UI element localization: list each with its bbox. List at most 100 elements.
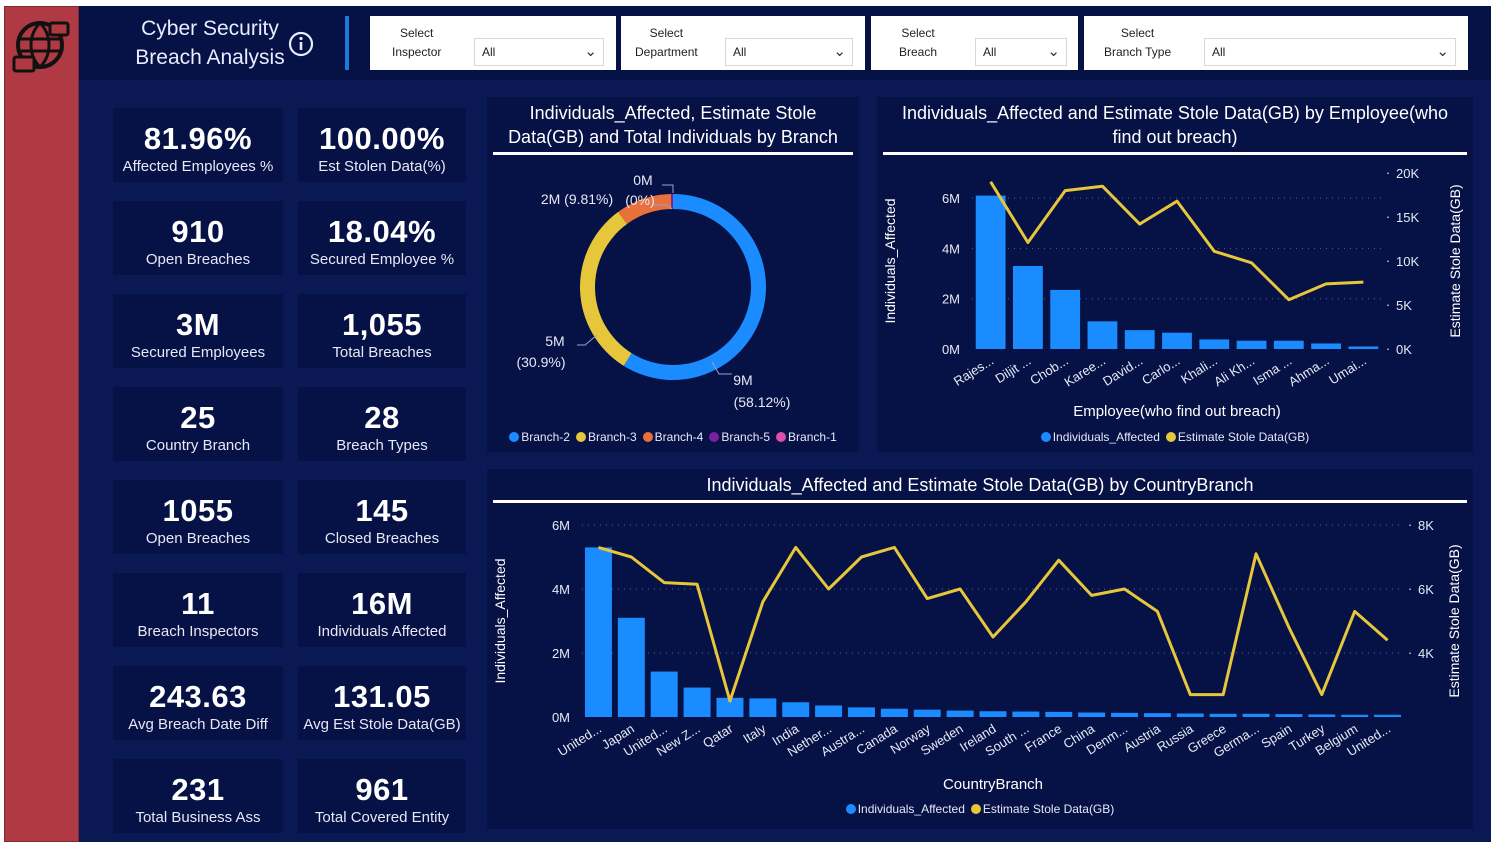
bar[interactable] — [1236, 340, 1267, 349]
y2-tick-mark: · — [1408, 517, 1412, 532]
title-line-2: Breach Analysis — [135, 46, 285, 69]
series-line[interactable] — [598, 545, 1389, 703]
legend-item[interactable]: Branch-5 — [709, 430, 770, 444]
country-combo-chart[interactable]: 0M2M4M6M4K·6K·8K·United...JapanUnited...… — [487, 505, 1473, 795]
bar[interactable] — [1162, 332, 1192, 349]
bar[interactable] — [815, 705, 843, 717]
x-tick-label: Italy — [740, 721, 769, 747]
kpi-label: Avg Breach Date Diff — [128, 716, 268, 733]
page-title: Cyber Security Breach Analysis — [125, 14, 295, 72]
kpi-card: 145 Closed Breaches — [298, 480, 466, 554]
y-tick-label: 4M — [552, 582, 570, 597]
bar[interactable] — [1045, 711, 1073, 717]
info-icon[interactable] — [287, 30, 315, 58]
chart-title: Individuals_Affected, Estimate Stole Dat… — [508, 103, 838, 147]
bar[interactable] — [1143, 713, 1171, 717]
legend-label: Branch-4 — [654, 430, 704, 444]
kpi-card: 25 Country Branch — [113, 387, 283, 461]
bar[interactable] — [1209, 713, 1237, 717]
bar[interactable] — [1273, 340, 1304, 349]
dashboard-canvas: Cyber Security Breach Analysis Select Ins… — [79, 6, 1491, 842]
globe-network-icon[interactable] — [12, 17, 72, 77]
employee-combo-chart[interactable]: 0M 2M 4M 6M 0K · 5K · 10K · 15K · 20K · Rajes...Diljit… — [877, 157, 1473, 422]
bar[interactable] — [1242, 713, 1270, 717]
filter-department[interactable]: Select Department All ⌄ — [621, 16, 865, 70]
bar[interactable] — [1199, 339, 1230, 349]
data-label: (58.12%) — [734, 394, 791, 410]
bar[interactable] — [1124, 330, 1155, 349]
bar[interactable] — [617, 617, 645, 717]
bar[interactable] — [1012, 711, 1040, 717]
filter-branch-type[interactable]: Select Branch Type All ⌄ — [1084, 16, 1468, 70]
legend-item[interactable]: Estimate Stole Data(GB) — [1165, 430, 1309, 444]
bar[interactable] — [1050, 289, 1081, 349]
legend-item[interactable]: Branch-3 — [575, 430, 637, 444]
bar[interactable] — [1078, 712, 1106, 717]
chevron-down-icon: ⌄ — [1436, 43, 1449, 60]
legend-item[interactable]: Branch-2 — [509, 430, 570, 444]
bar[interactable] — [1308, 714, 1336, 717]
title-underline — [493, 500, 1467, 503]
legend-item[interactable]: Estimate Stole Data(GB) — [970, 802, 1114, 816]
leader-line — [662, 184, 674, 193]
filter-label: Select Inspector — [392, 26, 442, 59]
kpi-label: Breach Types — [336, 437, 428, 454]
employee-legend: Individuals_Affected Estimate Stole Data(… — [877, 430, 1473, 444]
inspector-dropdown[interactable]: All ⌄ — [474, 38, 604, 66]
bar[interactable] — [979, 711, 1007, 717]
donut-chart[interactable]: 9M (58.12%) 5M (30.9%) 2M (9.81%) 0M (0%) — [487, 157, 859, 417]
kpi-value: 231 — [171, 772, 225, 807]
legend-item[interactable]: Individuals_Affected — [845, 802, 965, 816]
kpi-value: 100.00% — [319, 121, 445, 156]
branch-type-dropdown[interactable]: All ⌄ — [1204, 38, 1456, 66]
y-axis-title: Individuals_Affected — [492, 558, 508, 683]
bar[interactable] — [913, 709, 941, 717]
bar[interactable] — [1374, 714, 1402, 717]
series-line[interactable] — [989, 181, 1364, 302]
country-chart-panel: Individuals_Affected and Estimate Stole … — [487, 469, 1473, 829]
legend-item[interactable]: Branch-1 — [776, 430, 837, 444]
legend-item[interactable]: Individuals_Affected — [1040, 430, 1160, 444]
donut-legend: Branch-2 Branch-3 Branch-4 Branch-5 Branch-1 — [487, 430, 859, 444]
bar[interactable] — [1111, 712, 1139, 717]
filter-inspector[interactable]: Select Inspector All ⌄ — [370, 16, 616, 70]
bar[interactable] — [683, 687, 711, 717]
kpi-label: Est Stolen Data(%) — [318, 158, 446, 175]
department-dropdown[interactable]: All ⌄ — [725, 38, 853, 66]
breach-dropdown[interactable]: All ⌄ — [975, 38, 1067, 66]
kpi-card: 131.05 Avg Est Stole Data(GB) — [298, 666, 466, 740]
legend-item[interactable]: Branch-4 — [642, 430, 704, 444]
bar[interactable] — [1348, 346, 1379, 349]
donut-slice[interactable] — [623, 194, 766, 380]
bar[interactable] — [1013, 266, 1043, 349]
bar[interactable] — [847, 707, 875, 717]
bar[interactable] — [782, 702, 810, 717]
bar[interactable] — [749, 698, 777, 717]
y-tick-label: 2M — [942, 292, 960, 307]
bar[interactable] — [946, 710, 974, 717]
y-tick-label: 6M — [552, 518, 570, 533]
legend-label: Individuals_Affected — [857, 802, 965, 816]
filter-label: Select Department — [635, 26, 698, 59]
filter-label: Select Branch Type — [1104, 26, 1172, 59]
bar[interactable] — [880, 708, 908, 717]
bar[interactable] — [650, 671, 678, 717]
kpi-card: 18.04% Secured Employee % — [298, 201, 466, 275]
bar[interactable] — [975, 195, 1006, 349]
x-tick-label: Isma ... — [1250, 353, 1294, 388]
bar[interactable] — [584, 547, 612, 717]
kpi-card: 910 Open Breaches — [113, 201, 283, 275]
bar[interactable] — [1275, 714, 1303, 717]
bar[interactable] — [1311, 343, 1341, 349]
kpi-value: 910 — [171, 214, 225, 249]
kpi-card: 961 Total Covered Entity — [298, 759, 466, 833]
title-underline — [883, 152, 1467, 155]
bar[interactable] — [1341, 714, 1369, 717]
kpi-card: 100.00% Est Stolen Data(%) — [298, 108, 466, 182]
y2-tick-mark: · — [1408, 581, 1412, 596]
bar[interactable] — [1087, 321, 1118, 349]
bar[interactable] — [1176, 713, 1204, 717]
filter-breach[interactable]: Select Breach All ⌄ — [871, 16, 1078, 70]
kpi-label: Individuals Affected — [317, 623, 447, 640]
donut-slice[interactable] — [671, 194, 673, 210]
